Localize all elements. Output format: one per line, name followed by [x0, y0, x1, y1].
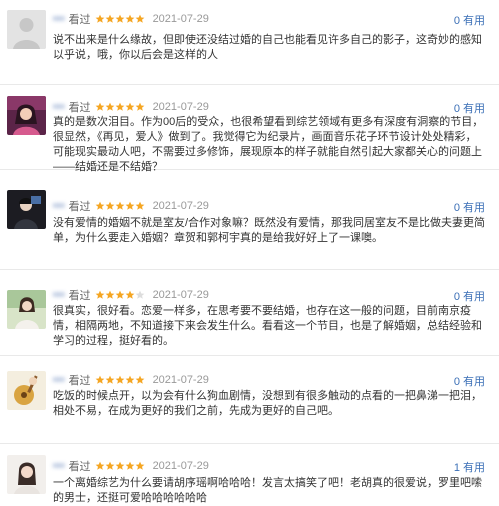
star-filled-icon — [115, 461, 124, 470]
star-filled-icon — [125, 375, 134, 384]
comment-date: 2021-07-29 — [152, 460, 209, 472]
star-filled-icon — [115, 14, 124, 23]
star-filled-icon — [115, 375, 124, 384]
comment-text: 真的是数次泪目。作为00后的受众，也很希望看到综艺领域有更多有深度有洞察的节目，… — [53, 116, 484, 173]
comment-text: 没有爱情的婚姻不就是室友/合作对象嘛？既然没有爱情，那我同居室友不是比做夫妻更简… — [53, 217, 486, 244]
comment-meta: ••• 看过 2021-07-29 — [53, 372, 209, 388]
comment-text: 吃饭的时候点开，以为会有什么狗血剧情，没想到有很多触动的点看的一把鼻涕一把泪，相… — [53, 390, 482, 417]
comment-item: ••• 看过 2021-07-29 1 有用 一个离婚综艺为什么要请胡序瑶啊哈哈… — [0, 444, 499, 504]
star-filled-icon — [125, 14, 134, 23]
star-filled-icon — [135, 375, 144, 384]
star-filled-icon — [125, 461, 134, 470]
useful-vote-link[interactable]: 0 有用 — [454, 12, 485, 28]
star-filled-icon — [105, 14, 114, 23]
star-filled-icon — [125, 201, 134, 210]
avatar[interactable] — [7, 190, 46, 229]
rating-stars — [95, 102, 145, 112]
rating-stars — [95, 201, 145, 211]
star-filled-icon — [105, 290, 114, 299]
comment-date: 2021-07-29 — [152, 289, 209, 301]
star-filled-icon — [115, 201, 124, 210]
star-filled-icon — [115, 290, 124, 299]
avatar[interactable] — [7, 290, 46, 329]
username-link[interactable]: ••• — [53, 374, 65, 386]
watch-status: 看过 — [68, 201, 91, 213]
star-filled-icon — [115, 102, 124, 111]
comment-date: 2021-07-29 — [152, 200, 209, 212]
star-filled-icon — [95, 461, 104, 470]
star-filled-icon — [95, 102, 104, 111]
comment-meta: ••• 看过 2021-07-29 — [53, 458, 209, 474]
rating-stars — [95, 14, 145, 24]
star-filled-icon — [95, 290, 104, 299]
username-link[interactable]: ••• — [53, 13, 65, 25]
star-filled-icon — [105, 102, 114, 111]
rating-stars — [95, 461, 145, 471]
comment-list: ••• 看过 2021-07-29 0 有用 说不出来是什么缘故，但即使还没结过… — [0, 0, 499, 504]
comment-text: 很真实，很好看。恋爱一样多，在思考要不要结婚，也存在这一般的问题，目前南京疫情，… — [53, 305, 482, 347]
star-filled-icon — [125, 102, 134, 111]
comment-text: 一个离婚综艺为什么要请胡序瑶啊哈哈哈！发言太搞笑了吧！老胡真的很爱说，罗里吧嗦的… — [53, 477, 482, 504]
comment-date: 2021-07-29 — [152, 13, 209, 25]
watch-status: 看过 — [68, 102, 91, 114]
username-link[interactable]: ••• — [53, 101, 65, 113]
comment-meta: ••• 看过 2021-07-29 — [53, 287, 209, 303]
comment-item: ••• 看过 2021-07-29 0 有用 吃饭的时候点开，以为会有什么狗血剧… — [0, 356, 499, 444]
comment-item: ••• 看过 2021-07-29 0 有用 很真实，很好看。恋爱一样多，在思考… — [0, 270, 499, 356]
star-filled-icon — [135, 461, 144, 470]
rating-stars — [95, 375, 145, 385]
comment-meta: ••• 看过 2021-07-29 — [53, 11, 209, 27]
comment-meta: ••• 看过 2021-07-29 — [53, 99, 209, 115]
star-filled-icon — [105, 201, 114, 210]
watch-status: 看过 — [68, 14, 91, 26]
watch-status: 看过 — [68, 375, 91, 387]
avatar[interactable] — [7, 96, 46, 135]
avatar[interactable] — [7, 10, 46, 49]
star-filled-icon — [95, 375, 104, 384]
comment-item: ••• 看过 2021-07-29 0 有用 说不出来是什么缘故，但即使还没结过… — [0, 0, 499, 85]
comment-date: 2021-07-29 — [152, 101, 209, 113]
username-link[interactable]: ••• — [53, 200, 65, 212]
star-filled-icon — [125, 290, 134, 299]
useful-vote-link[interactable]: 0 有用 — [454, 199, 485, 215]
comment-text: 说不出来是什么缘故，但即使还没结过婚的自己也能看见许多自己的影子，这奇妙的感知以… — [53, 34, 482, 61]
avatar[interactable] — [7, 371, 46, 410]
username-link[interactable]: ••• — [53, 460, 65, 472]
useful-vote-link[interactable]: 0 有用 — [454, 100, 485, 116]
comment-item: ••• 看过 2021-07-29 0 有用 没有爱情的婚姻不就是室友/合作对象… — [0, 170, 499, 270]
star-filled-icon — [135, 14, 144, 23]
useful-vote-link[interactable]: 0 有用 — [454, 373, 485, 389]
watch-status: 看过 — [68, 461, 91, 473]
star-filled-icon — [95, 201, 104, 210]
star-filled-icon — [135, 102, 144, 111]
comment-meta: ••• 看过 2021-07-29 — [53, 198, 209, 214]
useful-vote-link[interactable]: 0 有用 — [454, 288, 485, 304]
rating-stars — [95, 290, 145, 300]
username-link[interactable]: ••• — [53, 289, 65, 301]
watch-status: 看过 — [68, 290, 91, 302]
star-filled-icon — [135, 201, 144, 210]
useful-vote-link[interactable]: 1 有用 — [454, 459, 485, 475]
avatar[interactable] — [7, 455, 46, 494]
star-filled-icon — [95, 14, 104, 23]
star-filled-icon — [105, 375, 114, 384]
comment-date: 2021-07-29 — [152, 374, 209, 386]
star-filled-icon — [105, 461, 114, 470]
star-empty-icon — [135, 290, 144, 299]
comment-item: ••• 看过 2021-07-29 0 有用 真的是数次泪目。作为00后的受众，… — [0, 85, 499, 173]
